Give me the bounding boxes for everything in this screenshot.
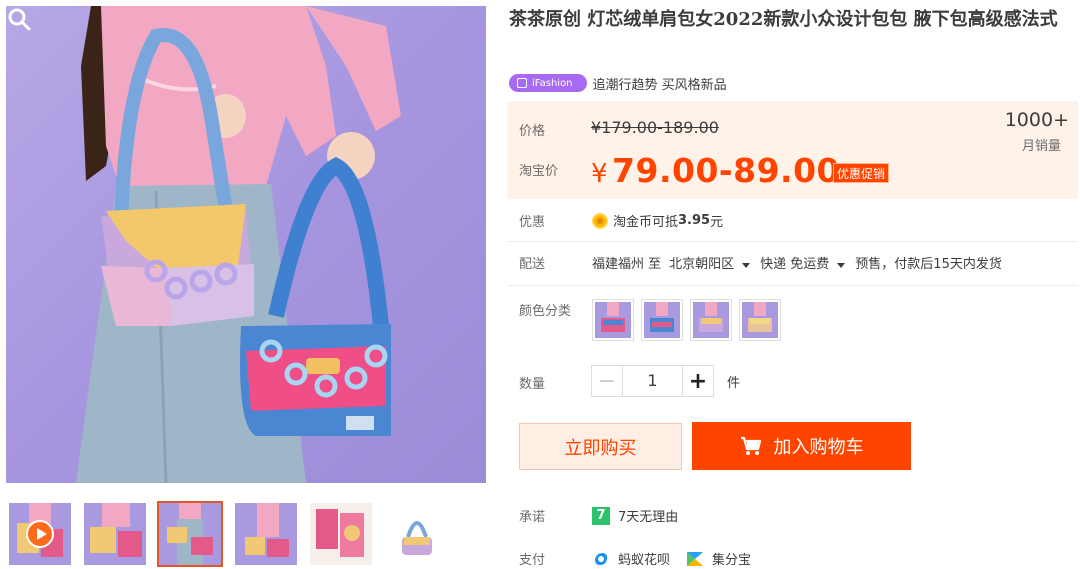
thumbnail-2[interactable] bbox=[84, 503, 146, 565]
color-swatch-4[interactable] bbox=[739, 299, 781, 341]
taobao-price-label: 淘宝价 bbox=[519, 164, 559, 179]
price-panel: 价格 ¥179.00-189.00 淘宝价 ¥79.00-89.00 优惠促销 … bbox=[507, 101, 1078, 199]
ifashion-icon bbox=[517, 78, 527, 88]
color-swatch-2[interactable] bbox=[641, 299, 683, 341]
huabei-icon bbox=[595, 552, 608, 565]
divider bbox=[507, 241, 1078, 242]
delivery-label: 配送 bbox=[519, 257, 546, 272]
thumbnail-6[interactable] bbox=[386, 503, 448, 565]
magnifier-icon[interactable] bbox=[6, 6, 32, 32]
quantity-label: 数量 bbox=[519, 377, 546, 392]
payment-method-jifenbao[interactable]: 集分宝 bbox=[712, 549, 751, 568]
chevron-down-icon bbox=[742, 263, 751, 268]
color-swatches bbox=[592, 299, 788, 341]
payment-label: 支付 bbox=[519, 553, 546, 568]
buy-now-button[interactable]: 立即购买 bbox=[519, 423, 682, 470]
original-price: ¥179.00-189.00 bbox=[591, 118, 719, 137]
discount-amount: 3.95 bbox=[678, 213, 711, 228]
promise-label: 承诺 bbox=[519, 510, 546, 525]
coin-icon bbox=[592, 212, 608, 229]
promise-text[interactable]: 7天无理由 bbox=[618, 506, 678, 525]
main-product-image[interactable] bbox=[6, 6, 486, 483]
product-title: 茶茶原创 灯芯绒单肩包女2022新款小众设计包包 腋下包高级感法式 bbox=[509, 9, 1058, 30]
delivery-to-selector[interactable]: 北京朝阳区 bbox=[669, 253, 760, 272]
quantity-input[interactable]: 1 bbox=[623, 365, 682, 397]
color-label: 颜色分类 bbox=[519, 304, 572, 319]
promise-row: 承诺 7 7天无理由 bbox=[519, 506, 678, 525]
quantity-increase-button[interactable]: + bbox=[682, 365, 714, 397]
discount-label: 优惠 bbox=[519, 215, 546, 230]
quantity-decrease-button[interactable]: − bbox=[591, 365, 623, 397]
original-price-label: 价格 bbox=[519, 124, 546, 139]
quantity-unit: 件 bbox=[727, 375, 741, 391]
tagline-text: 追潮行趋势 买风格新品 bbox=[592, 77, 727, 93]
discount-row: 优惠 淘金币可抵 3.95 元 bbox=[519, 211, 723, 230]
delivery-method-selector[interactable]: 快递 免运费 bbox=[760, 253, 855, 272]
taobao-price: ¥79.00-89.00 bbox=[591, 151, 841, 190]
thumbnail-4[interactable] bbox=[235, 503, 297, 565]
monthly-sales-label: 月销量 bbox=[1021, 139, 1061, 154]
color-swatch-3[interactable] bbox=[690, 299, 732, 341]
ifashion-badge[interactable]: iFashion bbox=[509, 74, 587, 92]
color-row: 颜色分类 bbox=[519, 300, 592, 319]
jifenbao-icon bbox=[687, 551, 704, 566]
delivery-from: 福建福州 至 bbox=[592, 257, 662, 272]
fashion-tagline: iFashion 追潮行趋势 买风格新品 bbox=[509, 73, 727, 93]
promo-badge[interactable]: 优惠促销 bbox=[833, 163, 890, 183]
divider bbox=[507, 285, 1078, 286]
discount-text: 淘金币可抵 bbox=[613, 215, 679, 230]
delivery-note: 预售，付款后15天内发货 bbox=[855, 257, 1002, 272]
payment-row: 支付 蚂蚁花呗 集分宝 bbox=[519, 549, 751, 568]
add-to-cart-button[interactable]: 加入购物车 bbox=[692, 422, 911, 470]
thumbnail-strip bbox=[6, 501, 486, 567]
chevron-down-icon bbox=[837, 263, 846, 268]
delivery-row: 配送 福建福州 至 北京朝阳区 快递 免运费 预售，付款后15天内发货 bbox=[519, 253, 1002, 272]
product-photo bbox=[76, 6, 401, 483]
quantity-stepper: − 1 + 件 bbox=[591, 365, 740, 397]
thumbnail-5[interactable] bbox=[310, 503, 372, 565]
monthly-sales-count: 1000+ bbox=[1004, 109, 1069, 131]
cart-icon bbox=[740, 436, 761, 455]
discount-unit: 元 bbox=[710, 215, 724, 230]
payment-method-huabei[interactable]: 蚂蚁花呗 bbox=[618, 549, 670, 568]
thumbnail-video[interactable] bbox=[9, 503, 71, 565]
thumbnail-3[interactable] bbox=[157, 501, 223, 567]
play-icon[interactable] bbox=[26, 520, 54, 548]
color-swatch-1[interactable] bbox=[592, 299, 634, 341]
quantity-row: 数量 bbox=[519, 373, 592, 392]
seven-day-return-icon: 7 bbox=[592, 506, 610, 525]
